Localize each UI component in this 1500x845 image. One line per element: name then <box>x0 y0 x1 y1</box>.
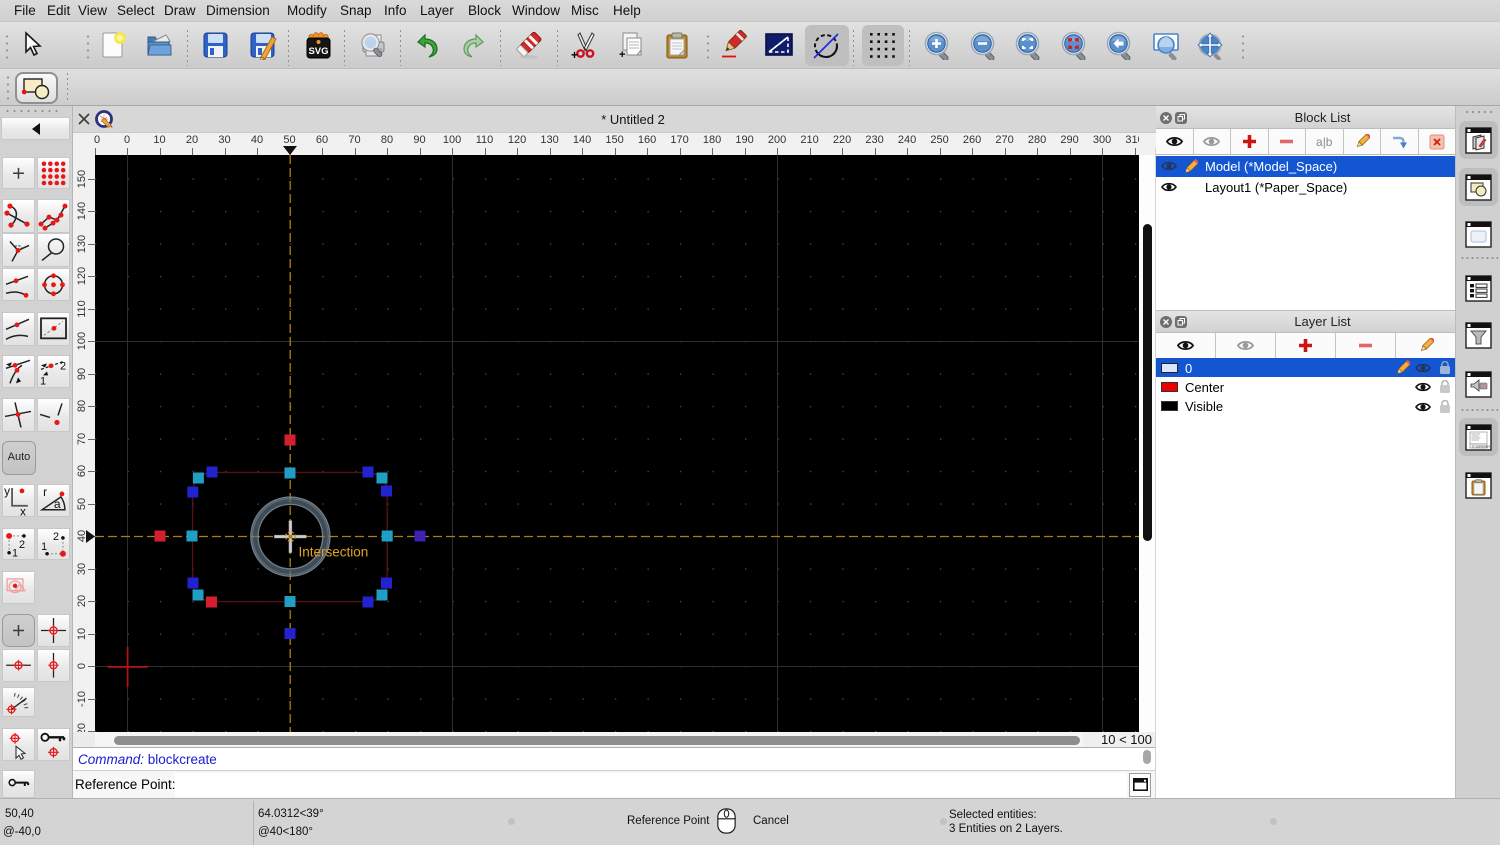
svg-text:2: 2 <box>60 360 66 372</box>
svg-text:y: y <box>4 484 10 498</box>
svg-text:r: r <box>43 485 47 499</box>
svg-text:a: a <box>54 497 61 511</box>
svg-text:x: x <box>20 505 26 517</box>
svg-text:1: 1 <box>12 548 18 560</box>
svg-text:+: + <box>619 49 625 60</box>
svg-text:2: 2 <box>19 539 25 551</box>
svg-text:Intersection: Intersection <box>299 545 369 560</box>
svg-text:1: 1 <box>40 375 46 387</box>
svg-text:SVG: SVG <box>308 46 328 57</box>
svg-text:2: 2 <box>53 531 59 543</box>
svg-text:+: + <box>571 48 578 60</box>
svg-text:1: 1 <box>41 541 47 553</box>
svg-text:C command: C command <box>1472 444 1491 448</box>
